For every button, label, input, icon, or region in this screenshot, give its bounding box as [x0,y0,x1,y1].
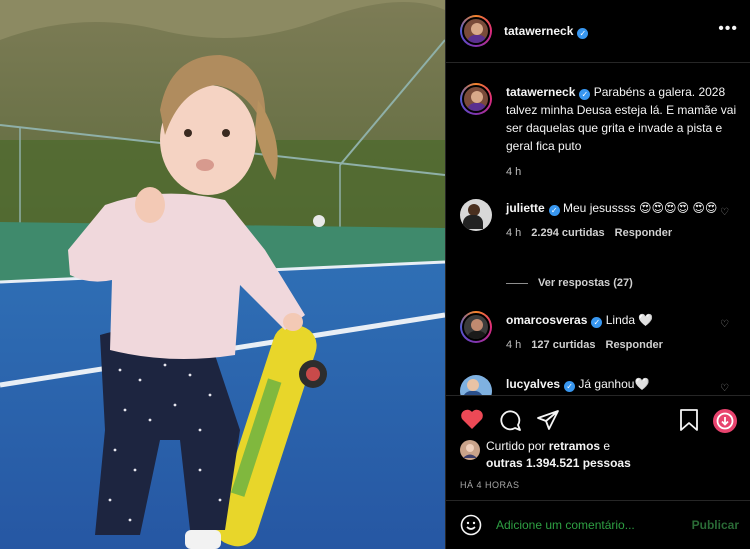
comment-input[interactable] [496,518,686,532]
comment-username[interactable]: juliette [506,201,545,215]
comment-item: juliette ✓ Meu jesussss 😍😍😍😍 😍😍 4 h 2.294… [460,199,740,239]
comment-item: lucyalves ✓ Já ganhou🤍 ♡ [460,375,740,395]
reply-button[interactable]: Responder [606,339,663,351]
author-avatar[interactable] [460,83,492,115]
comment-icon[interactable] [498,408,522,437]
comment-age: 4 h [506,339,522,351]
comment-body: Linda 🤍 [605,313,654,327]
comment-likes[interactable]: 127 curtidas [531,339,595,351]
more-options-icon[interactable]: ••• [718,20,738,38]
comment-like-icon[interactable]: ♡ [720,319,730,330]
post-comment-button[interactable]: Publicar [692,518,739,532]
post-header: tatawerneck ✓ ••• [446,0,750,63]
post-actions: Curtido por retramos e outras 1.394.521 … [446,395,750,500]
comment-text: lucyalves ✓ Já ganhou🤍 [506,375,740,393]
comment-body: Meu jesussss 😍😍😍😍 😍😍 [563,201,718,215]
liked-by-and: e [603,439,611,453]
caption: tatawerneck ✓ Parabéns a galera. 2028 tal… [460,83,740,178]
liker-avatar[interactable] [460,440,480,460]
heart-icon[interactable] [460,408,484,435]
verified-icon: ✓ [548,205,560,216]
comment-meta: 4 h 127 curtidas Responder [506,339,740,351]
verified-icon: ✓ [577,27,589,39]
post-sidebar: tatawerneck ✓ ••• tatawerneck ✓ Parabéns a… [445,0,750,549]
post-photo[interactable] [0,0,445,549]
comment-meta: 4 h 2.294 curtidas Responder [506,227,740,239]
verified-icon: ✓ [591,317,603,328]
commenter-avatar[interactable] [460,311,492,343]
comment-likes[interactable]: 2.294 curtidas [531,227,604,239]
verified-icon: ✓ [564,381,576,392]
liked-by-user[interactable]: retramos [549,439,600,453]
comment-username[interactable]: lucyalves [506,377,560,391]
comment-age: 4 h [506,227,522,239]
posted-time[interactable]: HÁ 4 HORAS [460,480,520,490]
comment-item: omarcosveras ✓ Linda 🤍 4 h 127 curtidas R… [460,311,740,351]
author-avatar[interactable] [460,15,492,47]
author-username[interactable]: tatawerneck ✓ [504,24,589,39]
likes-count[interactable]: outras 1.394.521 pessoas [486,456,631,470]
caption-text: tatawerneck ✓ Parabéns a galera. 2028 tal… [506,83,740,155]
comments-list[interactable]: tatawerneck ✓ Parabéns a galera. 2028 tal… [446,64,750,395]
comment-username[interactable]: omarcosveras [506,313,587,327]
comment-text: juliette ✓ Meu jesussss 😍😍😍😍 😍😍 [506,199,740,217]
comment-like-icon[interactable]: ♡ [720,207,730,218]
comment-text: omarcosveras ✓ Linda 🤍 [506,311,740,329]
commenter-avatar[interactable] [460,375,492,395]
reply-button[interactable]: Responder [615,227,672,239]
comment-like-icon[interactable]: ♡ [720,383,730,394]
comment-body: Já ganhou🤍 [578,377,650,391]
view-replies-label: Ver respostas (27) [538,277,633,289]
caption-meta: 4 h [506,166,740,178]
likes-summary: Curtido por retramos e outras 1.394.521 … [460,438,737,472]
liked-by-prefix: Curtido por [486,439,546,453]
caption-age: 4 h [506,166,522,178]
toddler-photo [0,0,445,549]
bookmark-icon[interactable] [678,408,700,437]
send-icon[interactable] [536,408,560,437]
download-icon[interactable] [712,408,738,439]
verified-icon: ✓ [579,89,591,100]
commenter-avatar[interactable] [460,199,492,231]
view-replies-button[interactable]: Ver respostas (27) [506,277,633,289]
emoji-icon[interactable] [460,514,482,536]
caption-username[interactable]: tatawerneck [506,85,575,99]
add-comment-bar: Publicar [446,500,750,549]
replies-divider [506,282,528,284]
